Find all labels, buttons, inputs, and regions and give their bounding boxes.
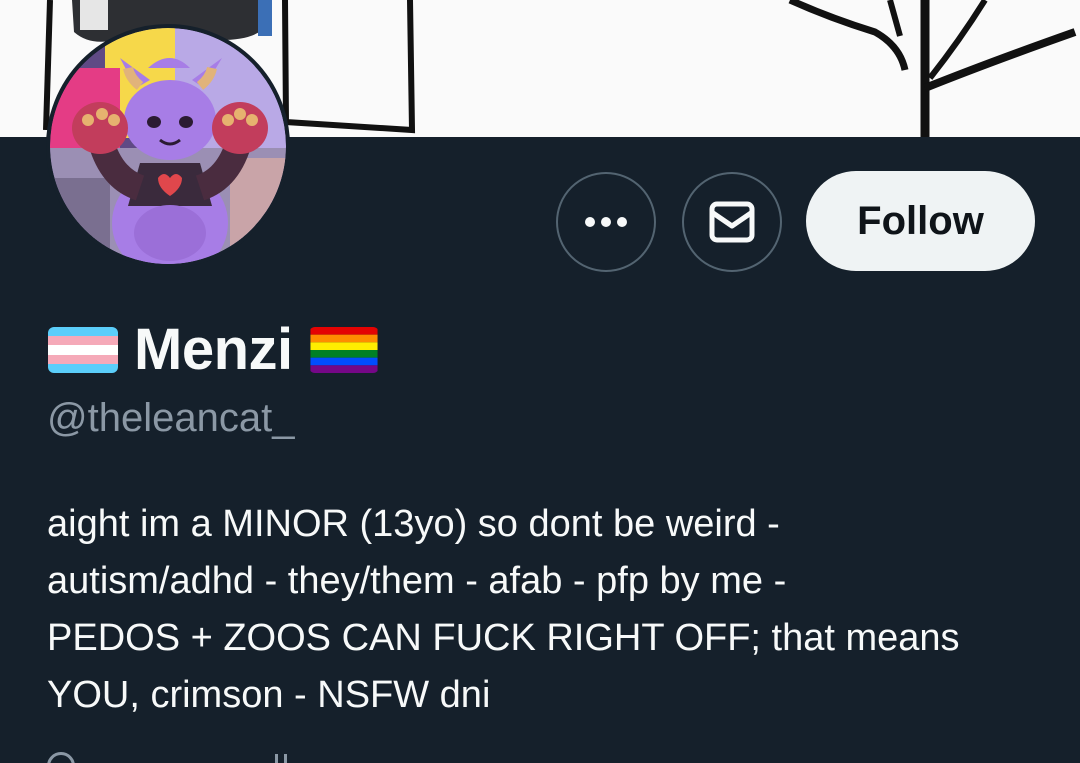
profile-avatar[interactable] — [46, 24, 290, 268]
profile-page: Follow Menzi @theleancat_ aight im a MIN… — [0, 0, 1080, 763]
avatar-image — [50, 28, 286, 264]
profile-meta-row — [47, 752, 287, 763]
rainbow-flag-icon — [310, 327, 378, 373]
location-icon — [47, 752, 75, 763]
envelope-icon — [709, 201, 755, 243]
display-name-row: Menzi — [48, 318, 379, 382]
profile-handle: @theleancat_ — [47, 396, 295, 440]
bio-line: YOU, crimson - NSFW dni — [47, 674, 491, 716]
message-button[interactable] — [682, 172, 782, 272]
bio-line: autism/adhd - they/them - afab - pfp by … — [47, 560, 787, 602]
follow-button-label: Follow — [857, 198, 984, 243]
bio-line: aight im a MINOR (13yo) so dont be weird… — [47, 503, 780, 545]
more-dots-icon — [585, 217, 627, 227]
more-options-button[interactable] — [556, 172, 656, 272]
transgender-flag-icon — [48, 327, 118, 373]
follow-button[interactable]: Follow — [806, 171, 1035, 271]
display-name[interactable]: Menzi — [134, 318, 293, 382]
profile-bio: aight im a MINOR (13yo) so dont be weird… — [47, 496, 1047, 724]
bio-line: PEDOS + ZOOS CAN FUCK RIGHT OFF; that me… — [47, 617, 960, 659]
link-icon — [275, 754, 287, 763]
